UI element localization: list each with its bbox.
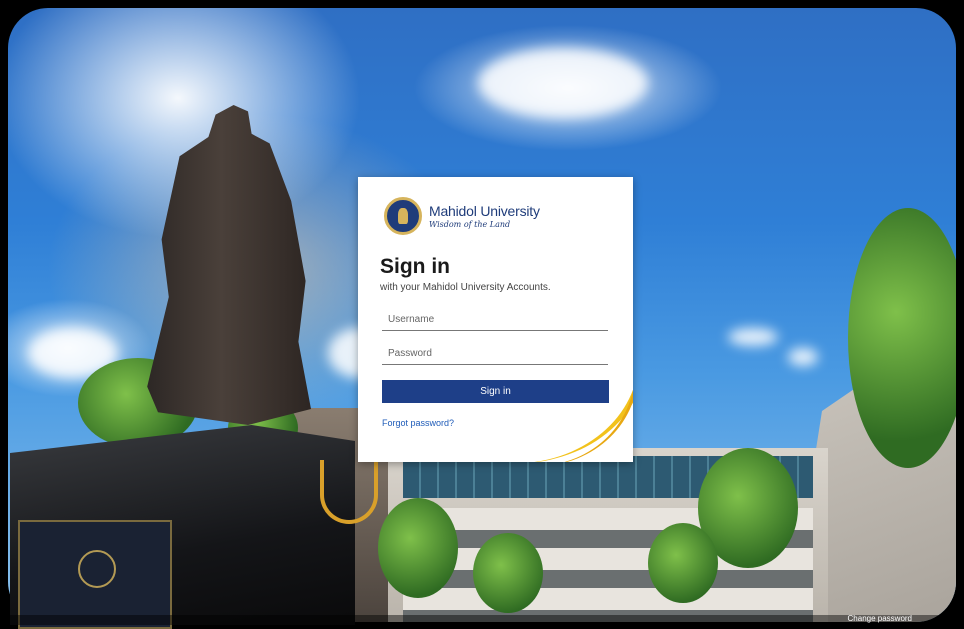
- page-title: Sign in: [380, 255, 450, 278]
- flower-garland: [320, 460, 378, 524]
- university-logo: Mahidol University Wisdom of the Land: [384, 197, 540, 235]
- pedestal-plaque: [18, 520, 172, 629]
- forgot-password-link[interactable]: Forgot password?: [382, 418, 454, 428]
- sign-in-button[interactable]: Sign in: [382, 380, 609, 403]
- username-input[interactable]: [382, 309, 608, 331]
- university-seal-icon: [384, 197, 422, 235]
- tree: [848, 208, 956, 468]
- cloud: [728, 328, 778, 346]
- tree: [473, 533, 543, 613]
- university-name: Mahidol University: [429, 202, 540, 219]
- tree: [378, 498, 458, 598]
- footer-bar: [8, 615, 956, 625]
- tree: [648, 523, 718, 603]
- change-password-link[interactable]: Change password: [848, 614, 912, 623]
- page-subtitle: with your Mahidol University Accounts.: [380, 282, 551, 293]
- login-card: Mahidol University Wisdom of the Land Si…: [358, 177, 633, 462]
- password-input[interactable]: [382, 343, 608, 365]
- cloud: [478, 48, 648, 118]
- university-seal-icon: [78, 550, 116, 588]
- cloud: [788, 348, 818, 366]
- logo-text: Mahidol University Wisdom of the Land: [429, 204, 540, 229]
- university-tagline: Wisdom of the Land: [429, 219, 511, 229]
